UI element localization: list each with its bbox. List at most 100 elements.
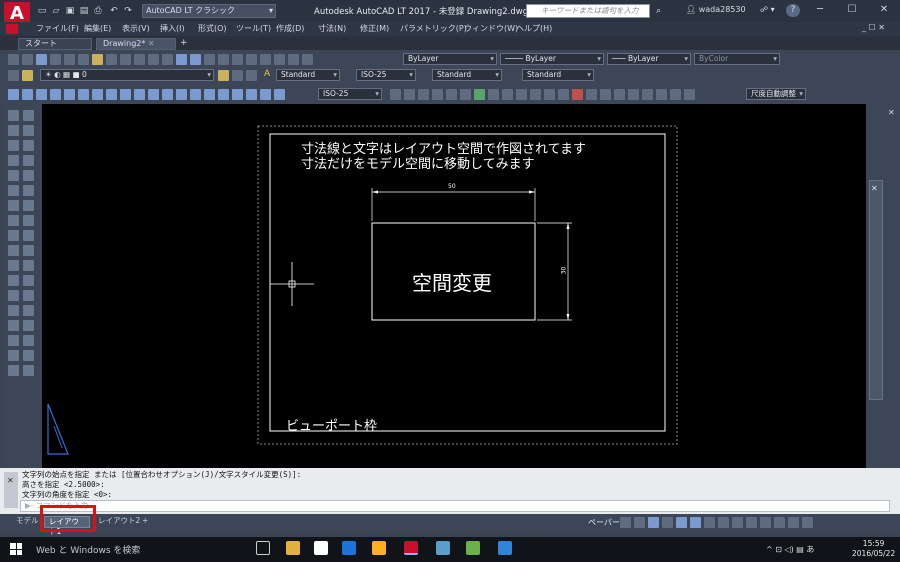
dim-ordinate-icon[interactable] <box>50 88 61 100</box>
make-current-icon[interactable] <box>218 69 229 81</box>
menu-draw[interactable]: 作成(D) <box>276 23 304 34</box>
note-text[interactable]: 寸法線と文字はレイアウト空間で作図されてます 寸法だけをモデル空間に移動してみま… <box>301 142 586 172</box>
block-icon[interactable] <box>656 88 667 100</box>
construction-line-icon[interactable] <box>23 110 34 121</box>
layer-walk-icon[interactable] <box>246 69 257 81</box>
close-icon[interactable]: ✕ <box>888 108 895 117</box>
redo-icon[interactable]: ↷ <box>122 5 134 17</box>
media-icon[interactable] <box>372 541 386 555</box>
ie-icon[interactable] <box>498 541 512 555</box>
mirror-icon[interactable] <box>8 275 19 286</box>
dim-continue-icon[interactable] <box>148 88 159 100</box>
undo-icon[interactable] <box>148 53 159 65</box>
tolerance-icon[interactable] <box>190 88 201 100</box>
color-dropdown[interactable]: ByLayer ▾ <box>403 53 497 65</box>
dim-text-vertical[interactable]: 30 <box>560 267 567 275</box>
search-input[interactable]: キーワードまたは語句を入力 <box>526 4 650 18</box>
mirror-icon[interactable] <box>418 88 429 100</box>
help-button[interactable]: ? <box>786 4 800 17</box>
workspace-switch-icon[interactable] <box>760 516 771 528</box>
snap-icon[interactable] <box>634 516 645 528</box>
store-icon[interactable] <box>314 541 328 555</box>
array-icon[interactable] <box>8 290 19 301</box>
dim-baseline-icon[interactable] <box>134 88 145 100</box>
save-icon[interactable]: ▣ <box>64 5 76 17</box>
markup-icon[interactable] <box>274 53 285 65</box>
workspace-dropdown[interactable]: AutoCAD LT クラシック ▾ <box>142 4 276 18</box>
linetype-dropdown[interactable]: ──── ByLayer ▾ <box>500 53 604 65</box>
lineweight-dropdown[interactable]: ─── ByLayer ▾ <box>607 53 691 65</box>
spline-icon[interactable] <box>8 170 19 181</box>
viewport-label[interactable]: ビューポート枠 <box>286 415 377 434</box>
mtext-icon[interactable] <box>8 245 19 256</box>
command-input[interactable]: ▶- コマンドを入力 <box>20 500 890 512</box>
match-icon[interactable] <box>134 53 145 65</box>
add-layout-button[interactable]: + <box>138 516 152 528</box>
mleaderstyle-dropdown[interactable]: Standard ▾ <box>522 69 594 81</box>
new-icon[interactable] <box>8 53 19 65</box>
dim-linear-icon[interactable] <box>8 88 19 100</box>
circle-icon[interactable] <box>8 155 19 166</box>
drawing-canvas[interactable]: 寸法線と文字はレイアウト空間で作図されてます 寸法だけをモデル空間に移動してみま… <box>42 104 866 468</box>
customize-icon[interactable] <box>802 516 813 528</box>
ellipse-icon[interactable] <box>23 170 34 181</box>
menu-help[interactable]: ヘルプ(H) <box>516 23 552 34</box>
annotative-icon[interactable] <box>684 88 695 100</box>
dim-space-icon[interactable] <box>162 88 173 100</box>
rectangle-icon[interactable] <box>8 140 19 151</box>
polygon-icon[interactable] <box>23 125 34 136</box>
menu-edit[interactable]: 編集(E) <box>84 23 111 34</box>
properties-icon[interactable] <box>218 53 229 65</box>
dim-radius-icon[interactable] <box>64 88 75 100</box>
region-icon[interactable] <box>8 230 19 241</box>
dim-angular-icon[interactable] <box>106 88 117 100</box>
paper-space-toggle[interactable]: ペーパー <box>588 517 620 528</box>
save-icon[interactable] <box>36 53 47 65</box>
cut-icon[interactable] <box>92 53 103 65</box>
join-icon[interactable] <box>8 350 19 361</box>
block-insert-icon[interactable] <box>23 185 34 196</box>
menu-window[interactable]: ウィンドウ(W) <box>464 23 518 34</box>
break-icon[interactable] <box>544 88 555 100</box>
menu-tools[interactable]: ツール(T) <box>236 23 271 34</box>
gradient-icon[interactable] <box>23 215 34 226</box>
layer-state-icon[interactable] <box>22 69 33 81</box>
redo-icon[interactable] <box>162 53 173 65</box>
explorer-icon[interactable] <box>286 541 300 555</box>
polyline-icon[interactable] <box>8 125 19 136</box>
textstyle-icon[interactable]: A <box>264 69 270 79</box>
close-button[interactable]: ✕ <box>874 3 894 19</box>
new-icon[interactable]: ▭ <box>36 5 48 17</box>
osnap-icon[interactable] <box>676 516 687 528</box>
tab-start[interactable]: スタート <box>18 38 92 50</box>
layer-dropdown[interactable]: ☀ ◐ ▦ ■ 0 ▾ <box>40 69 214 81</box>
user-account[interactable]: 👤︎ wada28530 <box>686 5 746 14</box>
scale-dropdown[interactable]: 尺度自動調整 ▾ <box>746 88 806 100</box>
ortho-icon[interactable] <box>648 516 659 528</box>
annoscale-icon[interactable] <box>732 516 743 528</box>
inspect-icon[interactable] <box>218 88 229 100</box>
isolate-icon[interactable] <box>788 516 799 528</box>
preview-icon[interactable] <box>64 53 75 65</box>
center-mark-icon[interactable] <box>204 88 215 100</box>
trim-icon[interactable] <box>23 320 34 331</box>
hatch-icon[interactable] <box>8 215 19 226</box>
box-text[interactable]: 空間変更 <box>412 267 492 296</box>
copy-obj-icon[interactable] <box>404 88 415 100</box>
layer-properties-icon[interactable] <box>8 69 19 81</box>
pan-icon[interactable] <box>176 53 187 65</box>
exchange-icon[interactable]: ☍ ▾ <box>760 5 775 14</box>
rotate-icon[interactable] <box>8 305 19 316</box>
chamfer-icon[interactable] <box>23 350 34 361</box>
maximize-button[interactable]: ☐ <box>842 3 862 19</box>
lineweight-icon[interactable] <box>704 516 715 528</box>
dim-text-horizontal[interactable]: 50 <box>448 183 456 190</box>
table-icon[interactable] <box>23 230 34 241</box>
menu-view[interactable]: 表示(V) <box>122 23 150 34</box>
transparency-icon[interactable] <box>718 516 729 528</box>
print-icon[interactable] <box>50 53 61 65</box>
app-icon-2[interactable] <box>466 541 480 555</box>
textstyle-dropdown[interactable]: Standard ▾ <box>276 69 340 81</box>
close-icon[interactable]: ✕ <box>7 476 14 485</box>
taskbar-search[interactable]: Web と Windows を検索 <box>36 543 140 556</box>
